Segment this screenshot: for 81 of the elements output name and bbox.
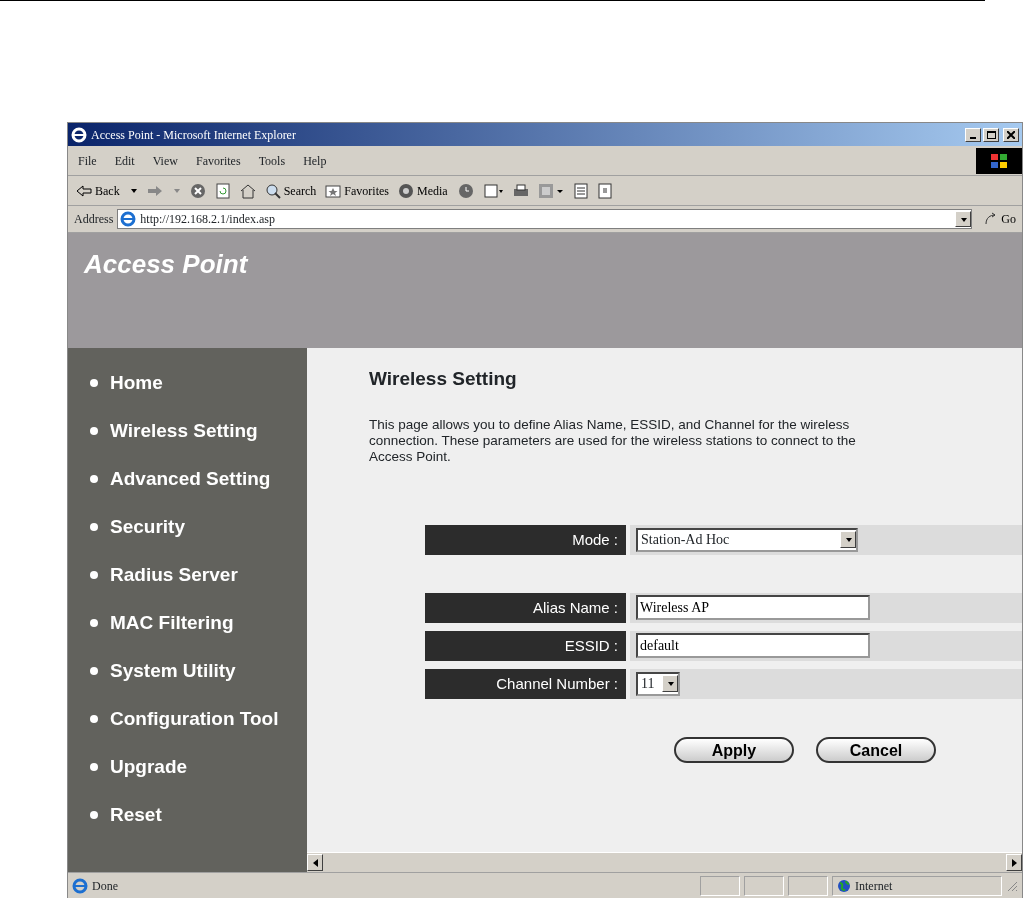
menu-item[interactable]: Help: [303, 151, 327, 170]
history-icon[interactable]: [456, 182, 475, 199]
bullet-icon: [90, 667, 98, 675]
sidebar-item[interactable]: Radius Server: [90, 562, 307, 588]
dropdown-button[interactable]: [840, 531, 856, 549]
menu-item[interactable]: File: [78, 151, 97, 170]
sidebar-item[interactable]: System Utility: [90, 658, 307, 684]
favorites-button[interactable]: Favorites: [325, 181, 389, 200]
printer-icon[interactable]: [512, 182, 529, 199]
resize-grip-icon: [1006, 879, 1018, 892]
bullet-icon: [90, 619, 98, 627]
minimize-icon: [970, 136, 976, 139]
input-field[interactable]: default: [636, 633, 870, 659]
field-label: Mode :: [425, 524, 626, 555]
search-icon: [264, 182, 281, 199]
scroll-right-button[interactable]: [1006, 854, 1022, 871]
sidebar-item[interactable]: Reset: [90, 802, 307, 828]
media-button[interactable]: Media: [398, 181, 448, 200]
browser-icon: [71, 126, 87, 143]
stop-icon[interactable]: [189, 182, 206, 199]
status-pane: [788, 875, 828, 896]
maximize-icon: [986, 130, 996, 139]
bullet-icon: [90, 763, 98, 771]
description-text: This page allows you to define Alias Name, ESSID, and Channel for the wireless connection. These parameters are used for the wireless stations to connect to the Access Point.: [369, 416, 857, 465]
dropdown-button[interactable]: [662, 675, 678, 693]
menu-item[interactable]: Tools: [258, 151, 286, 170]
field-label: ESSID :: [425, 630, 626, 661]
star-folder-icon: [325, 182, 342, 199]
scroll-left-button[interactable]: [307, 854, 323, 871]
back-arrow-icon: [76, 184, 92, 197]
horizontal-scrollbar[interactable]: [307, 852, 1022, 872]
address-label: Address: [74, 211, 114, 228]
input-field[interactable]: Wireless AP: [636, 595, 870, 621]
menu-item[interactable]: Edit: [114, 151, 135, 170]
browser-window: Access Point - Microsoft Internet Explorer File Edit View Favorites Tools Help Back Search Favorites Media Address http://192.168.2.1/index.asp Go Access Point Home Wireless Setting Advanced Setting Security Radius Server MAC Filtering System Utility Configuration Tool Upgrade Reset Wireless Setting This page allows you to define Alias Name, ESSID, and Channel for the wireless connection. These parameters are used for the wireless stations to connect to the Access Point. Mode : Station-Ad Hoc Alias Name : Wireless AP ESSID : default Channel Number : 11 Apply Cancel Done Internet: [67, 122, 1023, 898]
sidebar-item[interactable]: Configuration Tool: [90, 706, 307, 732]
bullet-icon: [90, 811, 98, 819]
dropdown-field[interactable]: Station-Ad Hoc: [636, 527, 858, 552]
sidebar-item[interactable]: Home: [90, 370, 307, 396]
site-title: Access Point: [68, 233, 1022, 348]
field-label: Channel Number :: [425, 668, 626, 699]
zone-pane: Internet: [832, 875, 1002, 896]
dropdown-icon[interactable]: [128, 186, 138, 195]
go-button[interactable]: Go: [984, 210, 1016, 228]
bullet-icon: [90, 427, 98, 435]
sidebar-item[interactable]: Upgrade: [90, 754, 307, 780]
dropdown-field[interactable]: 11: [636, 671, 680, 696]
sidebar-item[interactable]: MAC Filtering: [90, 610, 307, 636]
bullet-icon: [90, 571, 98, 579]
form-button[interactable]: Apply: [674, 736, 794, 763]
bullet-icon: [90, 523, 98, 531]
maximize-button[interactable]: [983, 127, 999, 142]
bullet-icon: [90, 475, 98, 483]
dropdown-button[interactable]: [955, 211, 972, 227]
globe-icon: [837, 878, 851, 893]
search-button[interactable]: Search: [264, 181, 317, 200]
status-pane: [744, 875, 784, 896]
field-label: Alias Name :: [425, 592, 626, 623]
left-arrow-icon: [312, 858, 318, 867]
close-icon: [1007, 130, 1015, 139]
form-button[interactable]: Cancel: [816, 736, 936, 763]
document-icon[interactable]: [572, 182, 589, 199]
sidebar-item[interactable]: Wireless Setting: [90, 418, 307, 444]
media-icon: [398, 182, 414, 199]
home-icon[interactable]: [239, 182, 256, 199]
back-button[interactable]: Back: [76, 181, 120, 200]
status-pane: [700, 875, 740, 896]
address-field[interactable]: http://192.168.2.1/index.asp: [117, 209, 973, 229]
window-logo-icon: [991, 153, 1007, 168]
close-button[interactable]: [1003, 127, 1019, 142]
right-arrow-icon: [1011, 858, 1017, 867]
bullet-icon: [90, 715, 98, 723]
bullet-icon: [90, 379, 98, 387]
minimize-button[interactable]: [965, 127, 981, 142]
menu-item[interactable]: View: [152, 151, 178, 170]
refresh-icon[interactable]: [214, 182, 231, 199]
sidebar-item[interactable]: Advanced Setting: [90, 466, 307, 492]
window-title: Access Point - Microsoft Internet Explorer: [91, 126, 296, 144]
menu-item[interactable]: Favorites: [195, 151, 241, 170]
page-heading: Wireless Setting: [369, 368, 518, 391]
sidebar-item[interactable]: Security: [90, 514, 307, 540]
